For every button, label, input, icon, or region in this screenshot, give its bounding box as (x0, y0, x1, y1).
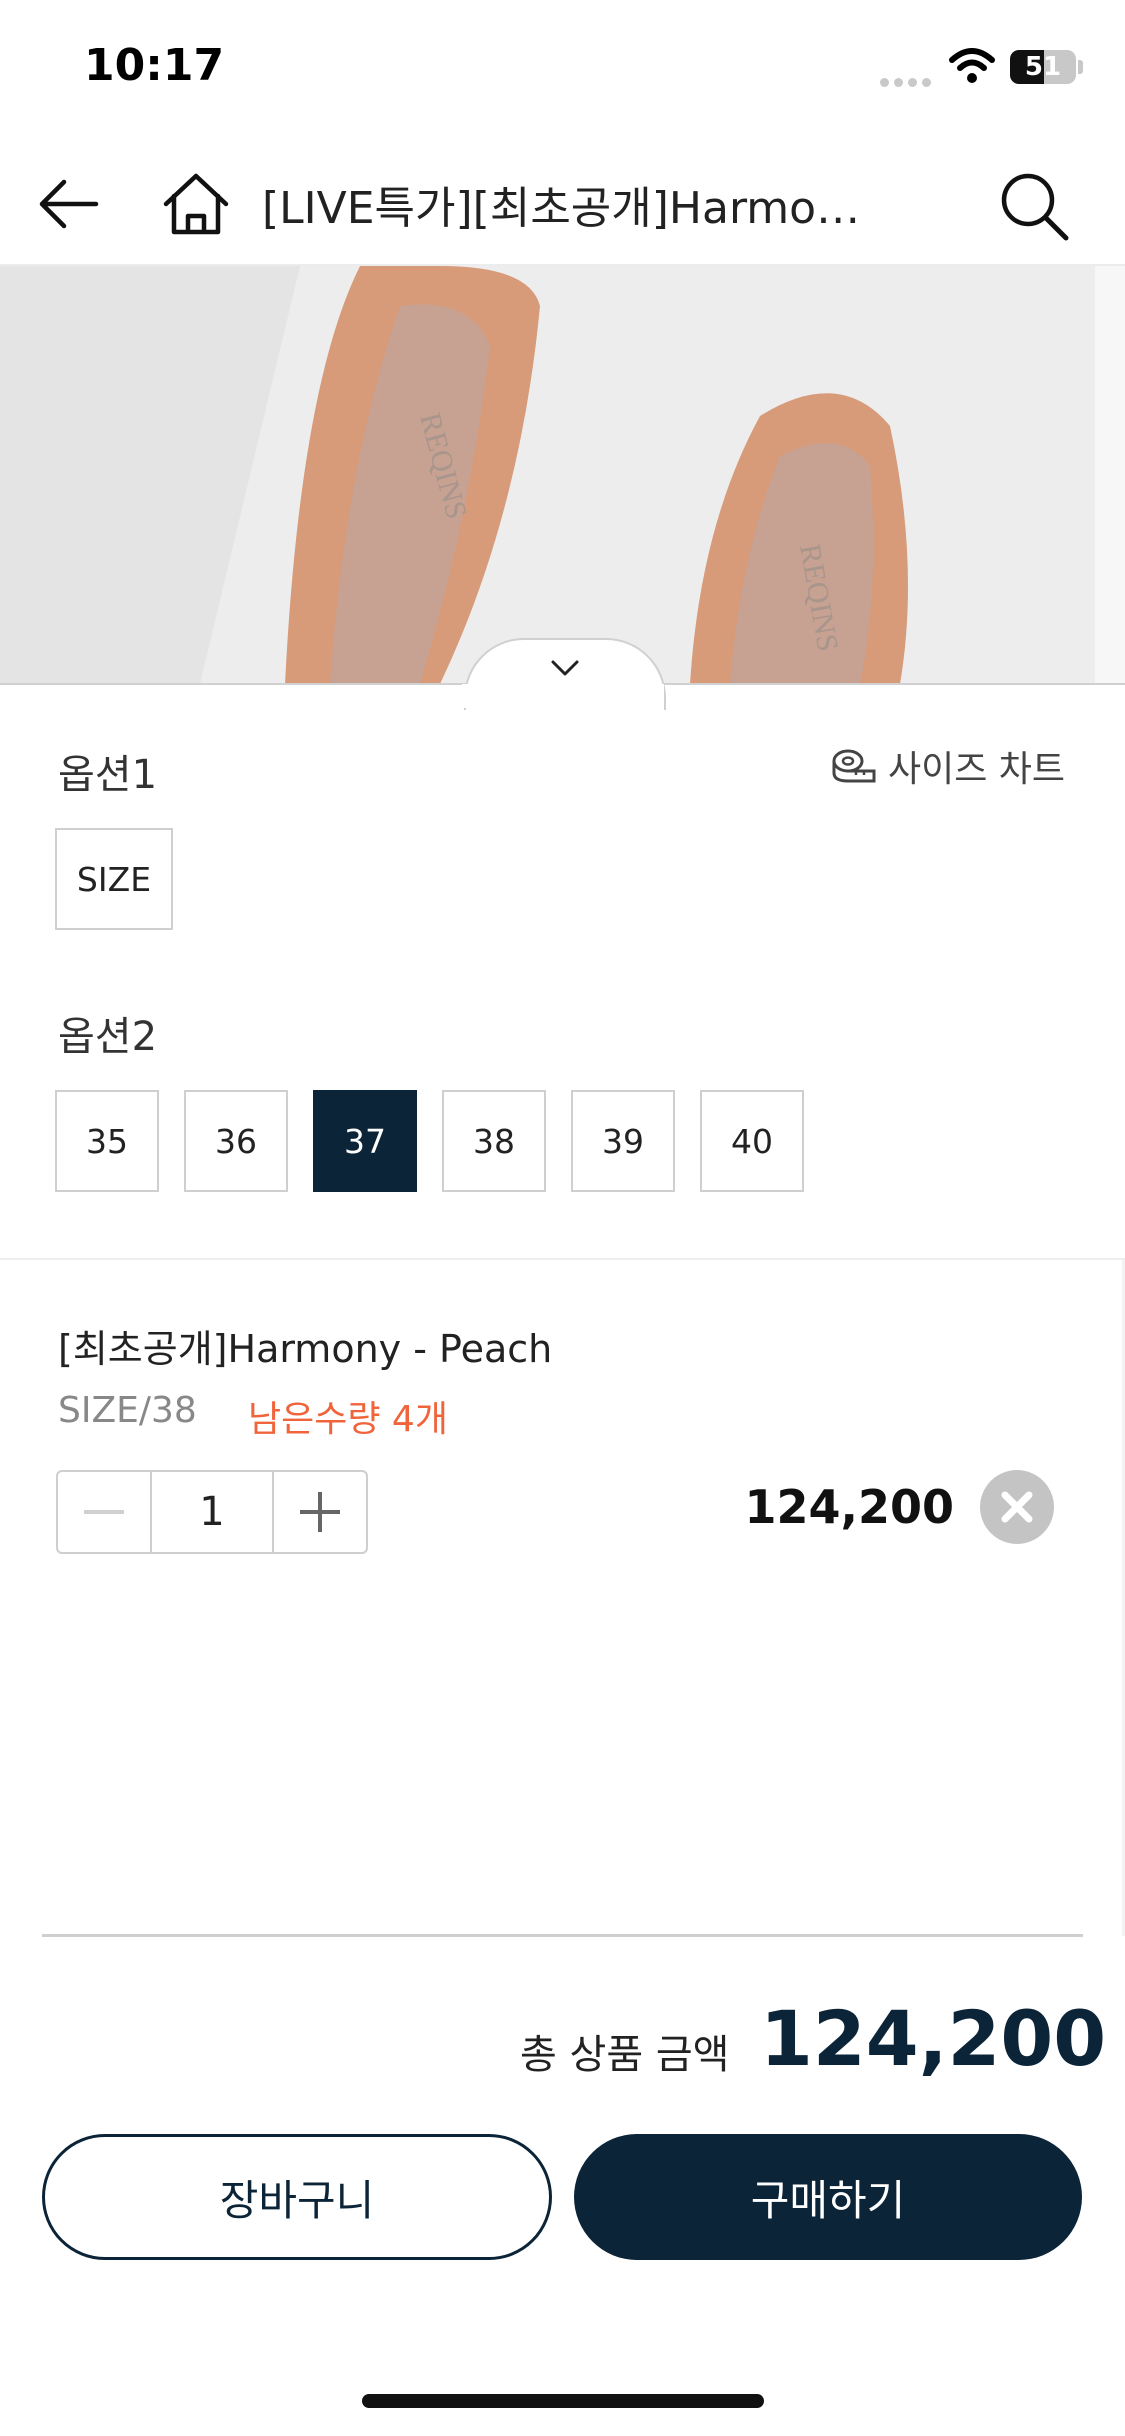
plus-icon (300, 1492, 340, 1532)
stock-remaining: 남은수량 4개 (248, 1399, 448, 1440)
battery-level: 51 (1024, 52, 1062, 82)
arrow-left-icon[interactable] (36, 168, 108, 240)
add-to-cart-button[interactable]: 장바구니 (42, 2134, 552, 2260)
size-option-40[interactable]: 40 (700, 1090, 804, 1192)
option2-label: 옵션2 (58, 1014, 158, 1060)
close-icon (1001, 1491, 1033, 1523)
option1-label: 옵션1 (58, 752, 158, 798)
selected-item-name: [최초공개]Harmony - Peach (58, 1327, 553, 1371)
total-label: 총 상품 금액 (520, 2032, 730, 2078)
size-option-35[interactable]: 35 (55, 1090, 159, 1192)
size-chart-label: 사이즈 차트 (888, 749, 1066, 790)
total-amount: 124,200 (760, 1994, 1107, 2083)
page-title: [LIVE특가][최초공개]Harmony - Peach (262, 183, 862, 234)
product-image: REQINS REQINS (0, 266, 1095, 684)
decrease-quantity-button[interactable] (58, 1472, 150, 1552)
collapse-tab-base (462, 684, 664, 708)
product-photo: REQINS REQINS (0, 266, 1095, 684)
total-divider (42, 1934, 1083, 1937)
section-divider (0, 1258, 1125, 1260)
size-chart-link[interactable]: 사이즈 차트 (830, 740, 1065, 792)
buy-now-button[interactable]: 구매하기 (574, 2134, 1082, 2260)
battery-cap (1078, 60, 1083, 74)
quantity-value[interactable]: 1 (150, 1472, 274, 1552)
battery-icon: 51 (1010, 50, 1076, 84)
chevron-down-icon (551, 660, 579, 676)
home-indicator[interactable] (362, 2394, 764, 2408)
minus-icon (84, 1510, 124, 1514)
remove-item-button[interactable] (980, 1470, 1054, 1544)
search-icon[interactable] (996, 168, 1072, 244)
image-scroll-edge (1095, 266, 1125, 684)
status-time: 10:17 (84, 40, 225, 91)
tape-measure-icon (832, 749, 876, 783)
increase-quantity-button[interactable] (274, 1472, 366, 1552)
size-option-38[interactable]: 38 (442, 1090, 546, 1192)
selected-item-option: SIZE/38 (58, 1390, 197, 1431)
wifi-icon (949, 48, 995, 83)
size-option-36[interactable]: 36 (184, 1090, 288, 1192)
size-option-39[interactable]: 39 (571, 1090, 675, 1192)
size-option-37-selected[interactable]: 37 (313, 1090, 417, 1192)
quantity-stepper: 1 (56, 1470, 368, 1554)
item-price: 124,200 (744, 1480, 954, 1534)
cellular-signal-icon (880, 72, 936, 91)
option1-value-size[interactable]: SIZE (55, 828, 173, 930)
home-icon[interactable] (160, 168, 232, 240)
